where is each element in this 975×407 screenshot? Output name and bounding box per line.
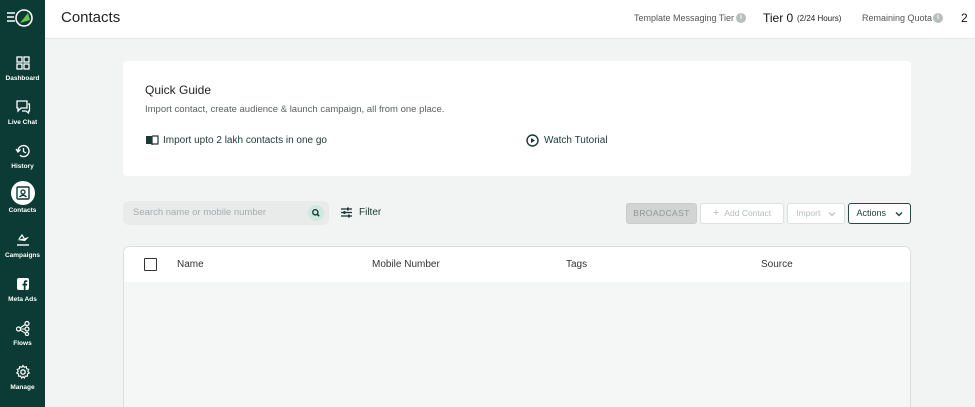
tutorial-link-label: Watch Tutorial — [544, 135, 608, 146]
filter-label: Filter — [359, 207, 382, 218]
table-body — [124, 282, 910, 407]
filter-sliders-icon — [341, 207, 352, 218]
quick-guide-card: Quick Guide Import contact, create audie… — [123, 61, 911, 176]
quota-value: 2 — [961, 11, 968, 25]
history-icon — [14, 144, 30, 158]
broadcast-button[interactable]: BROADCAST — [626, 203, 697, 224]
actions-label: Actions — [856, 208, 886, 218]
filter-button[interactable]: Filter — [340, 206, 390, 220]
gear-icon — [15, 364, 30, 380]
import-contacts-link[interactable]: Import upto 2 lakh contacts in one go — [145, 134, 345, 148]
sidebar-item-label: Flows — [13, 340, 32, 347]
column-header-source[interactable]: Source — [761, 259, 793, 270]
add-contact-label: Add Contact — [724, 208, 772, 218]
search-button[interactable] — [308, 205, 324, 221]
import-dropdown[interactable]: Import — [787, 203, 845, 224]
sidebar-item-label: Live Chat — [7, 119, 38, 126]
column-header-tags[interactable]: Tags — [566, 259, 587, 270]
campaigns-icon — [16, 233, 29, 246]
guide-title: Quick Guide — [145, 83, 212, 97]
chevron-down-icon — [828, 211, 836, 217]
select-all-checkbox[interactable] — [144, 258, 157, 271]
sidebar-item-label: History — [11, 163, 34, 170]
sidebar-item-label: Manage — [10, 384, 35, 391]
sidebar-item-contacts[interactable]: Contacts — [0, 181, 45, 221]
info-icon[interactable]: i — [933, 13, 943, 23]
chevron-down-icon — [895, 211, 902, 217]
sidebar-item-dashboard[interactable]: Dashboard — [0, 55, 45, 95]
sidebar-item-label: Contacts — [8, 207, 37, 214]
column-header-mobile-number[interactable]: Mobile Number — [372, 259, 440, 270]
sidebar-item-history[interactable]: History — [0, 143, 45, 183]
facebook-icon — [16, 278, 29, 290]
sidebar-item-label: Dashboard — [5, 75, 40, 82]
contacts-icon — [15, 186, 30, 200]
logo-icon[interactable] — [6, 8, 36, 28]
page-title: Contacts — [61, 9, 121, 26]
dashboard-icon — [15, 56, 30, 70]
import-label: Import — [796, 208, 821, 218]
active-indicator — [10, 181, 35, 205]
book-icon — [146, 135, 159, 146]
sidebar-item-manage[interactable]: Manage — [0, 364, 45, 404]
actions-dropdown[interactable]: Actions — [848, 203, 911, 224]
sidebar: Dashboard Live Chat History Contacts Cam… — [0, 0, 45, 407]
tier-value: Tier 0 — [763, 11, 794, 25]
sidebar-item-label: Meta Ads — [8, 296, 37, 303]
guide-subtitle: Import contact, create audience & launch… — [145, 104, 445, 115]
sidebar-item-meta-ads[interactable]: Meta Ads — [0, 276, 45, 316]
flows-icon — [15, 320, 30, 336]
table-header: Name Mobile Number Tags Source — [124, 247, 910, 282]
search-icon — [312, 209, 320, 217]
contacts-table: Name Mobile Number Tags Source — [123, 246, 911, 407]
sidebar-item-live-chat[interactable]: Live Chat — [0, 99, 45, 139]
tier-hours: (2/24 Hours) — [797, 14, 842, 23]
sidebar-item-label: Campaigns — [4, 252, 41, 259]
add-contact-button[interactable]: + Add Contact — [700, 203, 784, 224]
plus-icon: + — [712, 207, 720, 219]
quota-label: Remaining Quota — [862, 13, 933, 23]
search-placeholder: Search name or mobile number — [133, 207, 267, 218]
top-bar: Contacts Template Messaging Tier i Tier … — [45, 0, 975, 39]
play-circle-icon — [526, 134, 539, 147]
sidebar-item-campaigns[interactable]: Campaigns — [0, 232, 45, 272]
watch-tutorial-link[interactable]: Watch Tutorial — [526, 134, 626, 148]
search-input[interactable]: Search name or mobile number — [123, 201, 329, 225]
info-icon[interactable]: i — [736, 13, 746, 23]
tier-label: Template Messaging Tier — [634, 13, 735, 23]
sidebar-item-flows[interactable]: Flows — [0, 320, 45, 360]
import-link-label: Import upto 2 lakh contacts in one go — [163, 135, 327, 146]
column-header-name[interactable]: Name — [177, 259, 204, 270]
chat-icon — [15, 100, 30, 115]
